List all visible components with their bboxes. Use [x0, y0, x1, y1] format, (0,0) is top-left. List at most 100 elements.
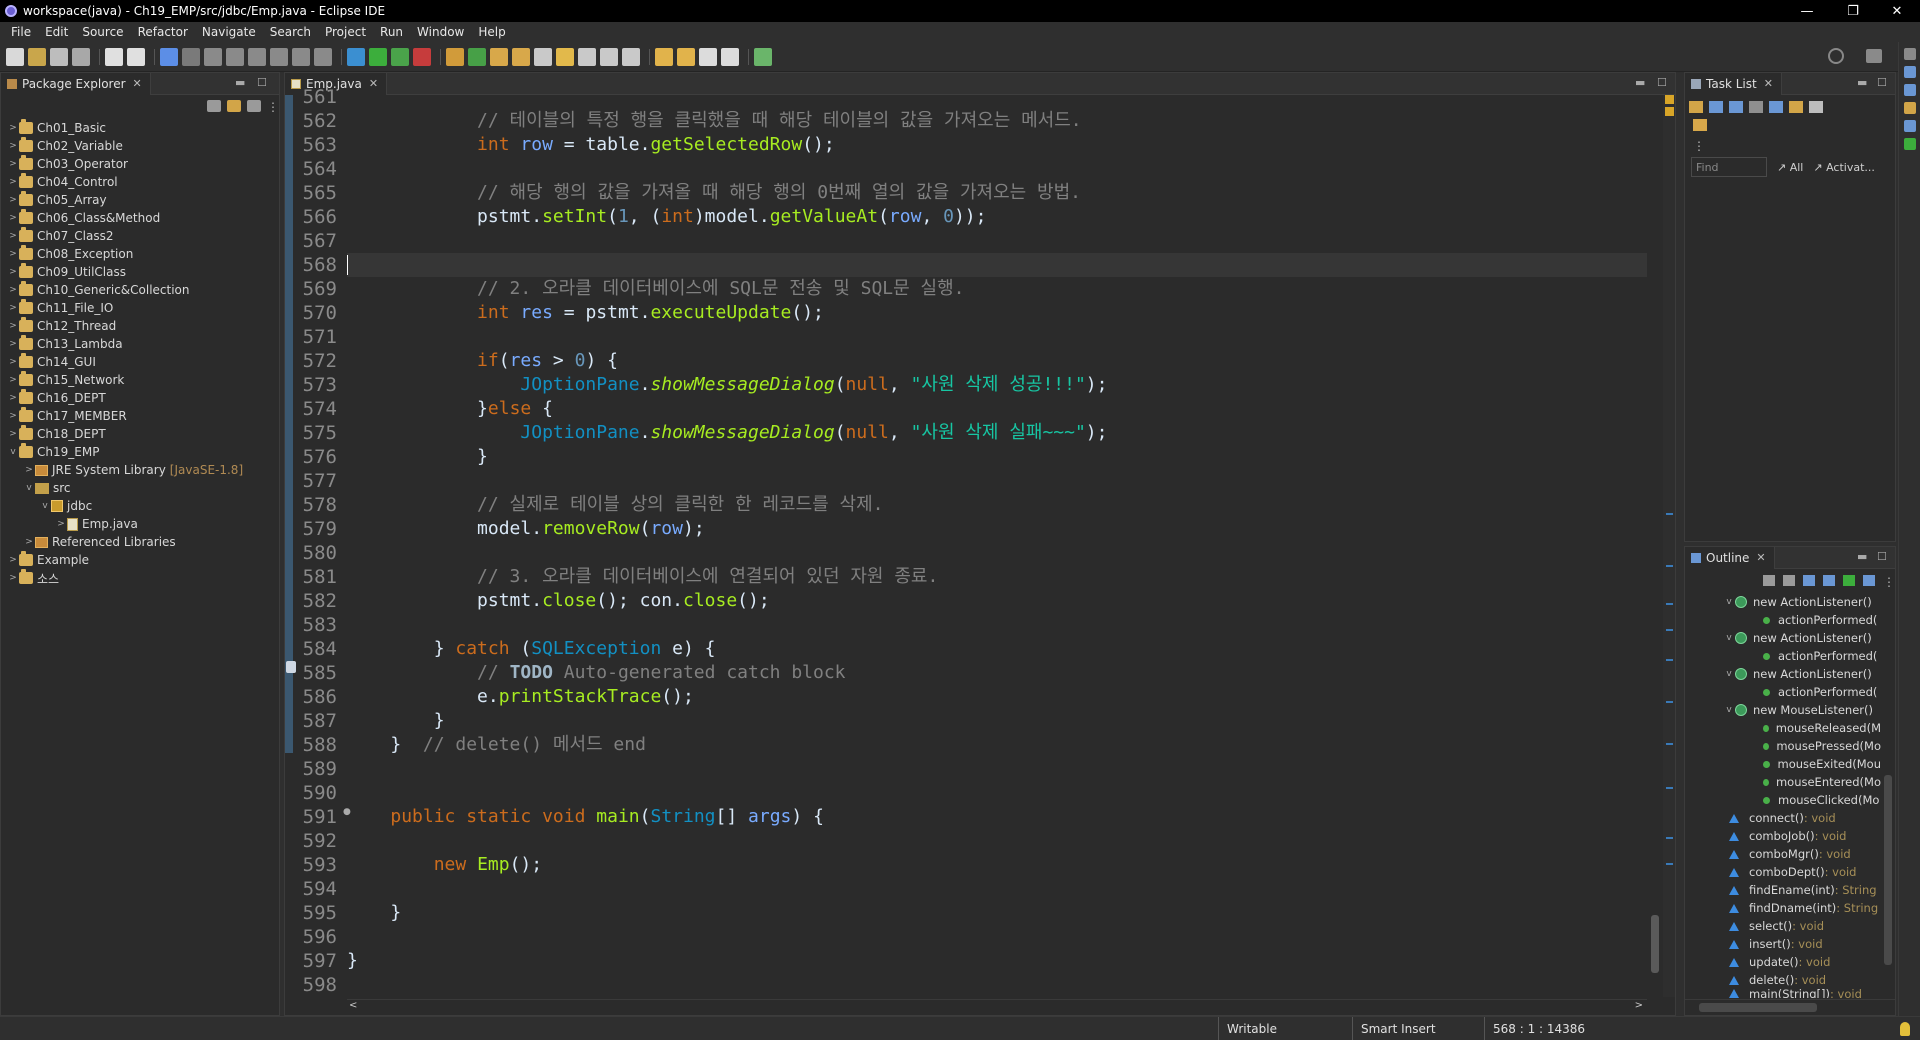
chevron-right-icon[interactable]: > [7, 231, 19, 241]
outline-member[interactable]: connect() : void [1685, 809, 1881, 827]
tree-item-project[interactable]: > Ch04_Control [1, 173, 279, 191]
menu-navigate[interactable]: Navigate [195, 25, 263, 39]
chevron-right-icon[interactable]: > [7, 285, 19, 295]
minimize-view-icon[interactable]: ▬ [1857, 76, 1867, 89]
status-cursor-position[interactable]: 568 : 1 : 14386 [1484, 1017, 1618, 1040]
build-icon[interactable] [160, 47, 178, 66]
collapse-all-icon[interactable] [207, 100, 221, 112]
chevron-right-icon[interactable]: > [7, 321, 19, 331]
task-repository-icon[interactable] [1693, 119, 1707, 131]
scheduled-icon[interactable] [1729, 101, 1743, 113]
chevron-right-icon[interactable]: > [7, 375, 19, 385]
hide-completed-icon[interactable] [1749, 101, 1763, 113]
step-return-icon[interactable] [314, 47, 332, 66]
tree-item-project[interactable]: > Ch07_Class2 [1, 227, 279, 245]
tree-item-project[interactable]: > Ch14_GUI [1, 353, 279, 371]
status-insert-mode[interactable]: Smart Insert [1352, 1017, 1484, 1040]
chevron-right-icon[interactable]: > [7, 339, 19, 349]
tree-item-project[interactable]: > Ch10_Generic&Collection [1, 281, 279, 299]
declaration-icon[interactable] [1903, 120, 1916, 132]
back-icon[interactable] [699, 47, 717, 66]
chevron-down-icon[interactable]: v [1723, 705, 1735, 715]
redo-icon[interactable] [127, 47, 145, 66]
debug-icon[interactable] [347, 47, 365, 66]
hide-fields-icon[interactable] [1803, 574, 1815, 586]
skip-breakpoints-icon[interactable] [182, 47, 200, 66]
tree-item-project[interactable]: > Ch05_Array [1, 191, 279, 209]
view-menu-icon[interactable]: ⋮ [1685, 139, 1895, 155]
tree-item-project[interactable]: > Ch09_UtilClass [1, 263, 279, 281]
task-find-input[interactable]: Find [1691, 157, 1767, 177]
menu-help[interactable]: Help [471, 25, 512, 39]
maximize-view-icon[interactable]: ☐ [1877, 76, 1887, 89]
word-wrap-icon[interactable] [600, 47, 618, 66]
external-tools-icon[interactable] [413, 47, 431, 66]
outline-item[interactable]: v new ActionListener() [1685, 593, 1881, 611]
tree-item-ref-libs[interactable]: > Referenced Libraries [1, 533, 279, 551]
warning-marker-icon[interactable] [1665, 95, 1674, 104]
tree-item-project[interactable]: > Ch03_Operator [1, 155, 279, 173]
resume-icon[interactable] [204, 47, 222, 66]
chevron-down-icon[interactable]: v [39, 501, 51, 511]
chevron-right-icon[interactable]: > [7, 195, 19, 205]
outline-member[interactable]: comboDept() : void [1685, 863, 1881, 881]
run-icon[interactable] [369, 47, 387, 66]
hide-local-types-icon[interactable] [1863, 574, 1875, 586]
tree-item-project[interactable]: > Ch17_MEMBER [1, 407, 279, 425]
occurrence-marker[interactable] [1666, 565, 1673, 567]
restore-icon[interactable] [1903, 48, 1916, 60]
outline-item[interactable]: actionPerformed( [1685, 611, 1881, 629]
step-over-icon[interactable] [292, 47, 310, 66]
outline-item[interactable]: mouseExited(Mou [1685, 755, 1881, 773]
minimize-view-icon[interactable]: ▬ [235, 76, 245, 89]
open-perspective-icon[interactable] [1866, 49, 1882, 63]
chevron-right-icon[interactable]: > [7, 573, 19, 583]
servers-icon[interactable] [1903, 138, 1916, 150]
tree-item-project[interactable]: > Ch16_DEPT [1, 389, 279, 407]
tree-item-project[interactable]: > Ch15_Network [1, 371, 279, 389]
categorized-icon[interactable] [1709, 101, 1723, 113]
menu-file[interactable]: File [4, 25, 38, 39]
outline-horizontal-scrollbar[interactable] [1685, 999, 1895, 1015]
tab-task-list[interactable]: Task List ✕ [1685, 72, 1782, 95]
close-icon[interactable]: ✕ [1756, 551, 1765, 564]
outline-member[interactable]: update() : void [1685, 953, 1881, 971]
chevron-right-icon[interactable]: > [7, 123, 19, 133]
code-editor[interactable]: 561 562 563 564 565 566 567 568 569 570 … [285, 86, 1675, 1015]
mark-occurrences-icon[interactable] [556, 47, 574, 66]
close-icon[interactable]: ✕ [133, 77, 142, 90]
tree-item-project[interactable]: > Ch06_Class&Method [1, 209, 279, 227]
outline-item[interactable]: v new MouseListener() [1685, 701, 1881, 719]
chevron-right-icon[interactable]: > [7, 159, 19, 169]
occurrence-marker[interactable] [1666, 863, 1673, 865]
collapse-all-icon[interactable] [1809, 101, 1823, 113]
occurrence-marker[interactable] [1666, 603, 1673, 605]
scroll-left-icon[interactable]: < [349, 1000, 357, 1011]
tree-item-project[interactable]: > Ch18_DEPT [1, 425, 279, 443]
toggle-block-selection-icon[interactable] [578, 47, 596, 66]
forward-icon[interactable] [721, 47, 739, 66]
save-icon[interactable] [50, 47, 68, 66]
occurrence-marker[interactable] [1666, 701, 1673, 703]
tree-item-jre[interactable]: > JRE System Library [JavaSE-1.8] [1, 461, 279, 479]
outline-member[interactable]: select() : void [1685, 917, 1881, 935]
sync-icon[interactable] [1789, 101, 1803, 113]
chevron-right-icon[interactable]: > [7, 429, 19, 439]
view-menu-icon[interactable]: ⋮ [1883, 575, 1895, 589]
tree-item-package[interactable]: v jdbc [1, 497, 279, 515]
scrollbar-thumb[interactable] [1884, 775, 1892, 965]
javadoc-icon[interactable] [1903, 102, 1916, 114]
minimize-view-icon[interactable]: ▬ [1857, 550, 1867, 563]
maximize-view-icon[interactable]: ☐ [257, 76, 267, 89]
occurrence-marker[interactable] [1666, 629, 1673, 631]
problems-icon[interactable] [1903, 84, 1916, 96]
suspend-icon[interactable] [226, 47, 244, 66]
chevron-right-icon[interactable]: > [7, 357, 19, 367]
chevron-down-icon[interactable]: v [1723, 597, 1735, 607]
maximize-button[interactable]: ❐ [1830, 0, 1876, 22]
outline-item[interactable]: mousePressed(Mo [1685, 737, 1881, 755]
chevron-right-icon[interactable]: > [7, 177, 19, 187]
chevron-right-icon[interactable]: > [23, 465, 35, 475]
save-all-icon[interactable] [72, 47, 90, 66]
search-tool-icon[interactable] [534, 47, 552, 66]
